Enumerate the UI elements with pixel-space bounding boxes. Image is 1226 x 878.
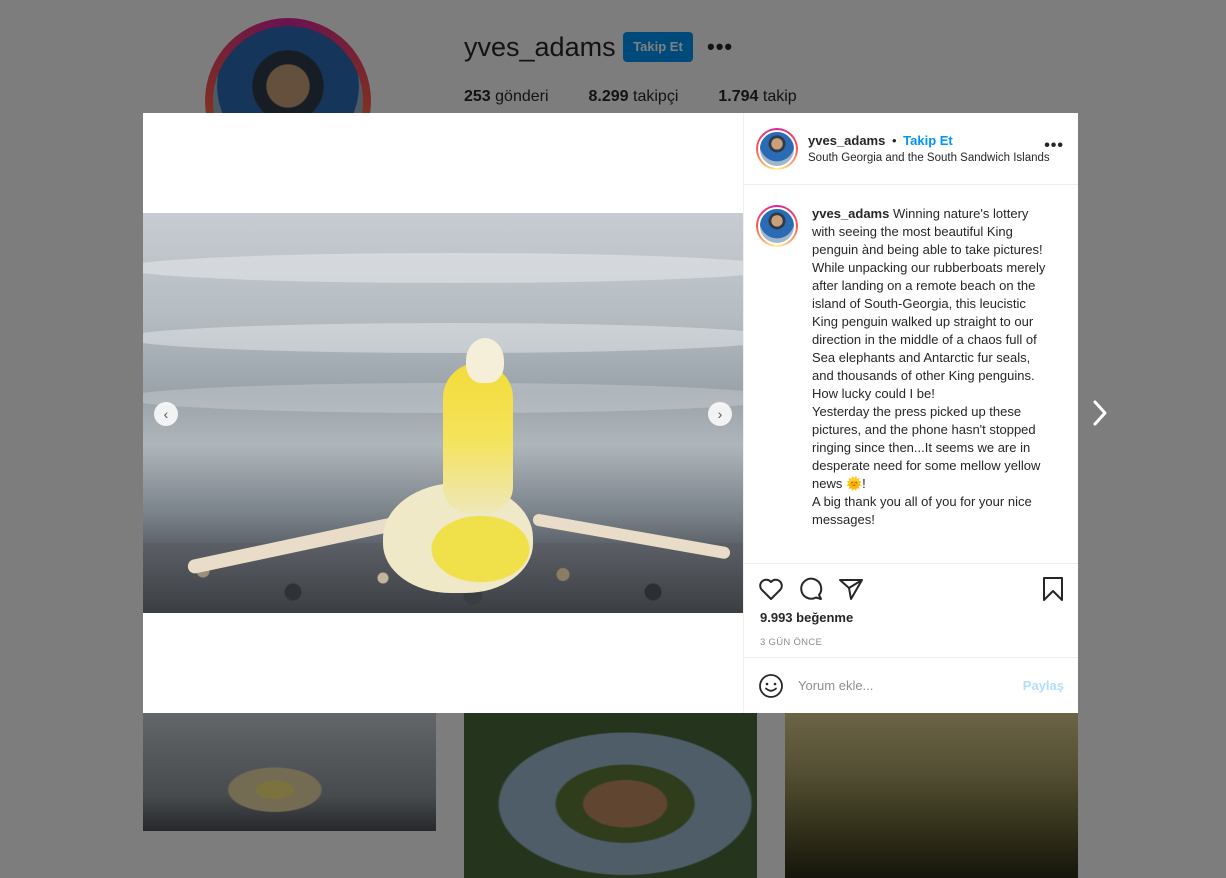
post-header: yves_adams • Takip Et South Georgia and … [744, 113, 1078, 185]
chevron-right-icon: › [717, 406, 723, 422]
next-post-button[interactable] [1090, 398, 1110, 428]
comment-icon[interactable] [798, 576, 824, 602]
photo-wave [143, 253, 743, 283]
post-sidebar: yves_adams • Takip Et South Georgia and … [743, 113, 1078, 713]
more-options-icon[interactable]: ••• [1044, 137, 1064, 155]
bookmark-icon[interactable] [1042, 576, 1064, 602]
smiley-icon[interactable] [758, 673, 784, 699]
heart-icon[interactable] [758, 577, 784, 601]
header-follow-link[interactable]: Takip Et [903, 133, 953, 148]
chevron-left-icon: ‹ [163, 406, 169, 422]
penguin-neck [443, 363, 513, 513]
likes-count[interactable]: 9.993 beğenme [760, 610, 1064, 625]
prev-image-button[interactable]: ‹ [154, 402, 178, 426]
paper-plane-icon[interactable] [838, 577, 864, 601]
comment-bar: Paylaş [744, 657, 1078, 713]
share-comment-button[interactable]: Paylaş [1023, 678, 1064, 693]
caption-avatar[interactable] [756, 205, 798, 247]
comment-input[interactable] [798, 678, 1023, 693]
photo-wave [143, 323, 743, 353]
post-time[interactable]: 3 GÜN ÖNCE [760, 637, 1064, 648]
post-photo[interactable] [143, 213, 743, 613]
header-username[interactable]: yves_adams [808, 133, 885, 148]
post-actions: 9.993 beğenme 3 GÜN ÖNCE [744, 563, 1078, 657]
post-location[interactable]: South Georgia and the South Sandwich Isl… [808, 152, 1050, 164]
penguin-head [466, 338, 504, 383]
post-modal: ‹ › yves_adams • Takip Et South Georgia … [143, 113, 1078, 713]
caption-area: yves_adams Winning nature's lottery with… [744, 185, 1078, 563]
caption-username[interactable]: yves_adams [812, 206, 889, 221]
post-media: ‹ › [143, 113, 743, 713]
post-caption: yves_adams Winning nature's lottery with… [812, 205, 1052, 563]
chevron-right-icon [1093, 400, 1107, 426]
next-image-button[interactable]: › [708, 402, 732, 426]
caption-text: Winning nature's lottery with seeing the… [812, 206, 1046, 527]
header-avatar[interactable] [756, 127, 798, 170]
header-separator: • [891, 133, 897, 148]
